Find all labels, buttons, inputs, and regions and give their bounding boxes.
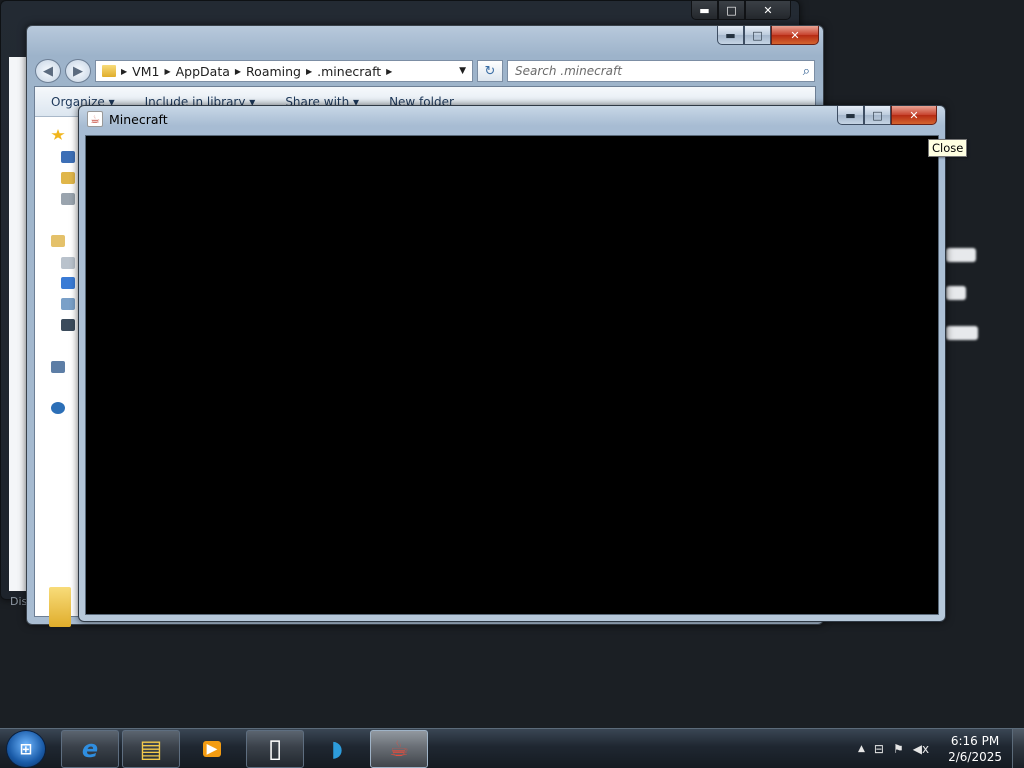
minecraft-window[interactable]: ☕ Minecraft ▬ □ ✕: [78, 105, 946, 622]
back-button[interactable]: ◀: [35, 59, 61, 83]
show-desktop-button[interactable]: [1012, 729, 1024, 768]
taskbar-java-minecraft[interactable]: ☕: [370, 730, 428, 768]
breadcrumb-separator-icon[interactable]: ▶: [235, 67, 241, 76]
folder-icon: ▤: [139, 735, 163, 763]
clock-time: 6:16 PM: [950, 734, 1000, 748]
desktop-icon[interactable]: [61, 151, 75, 163]
videos-icon[interactable]: [61, 319, 75, 331]
navigation-pane: [35, 117, 79, 627]
search-icon[interactable]: ⌕: [803, 64, 810, 79]
breadcrumb-minecraft[interactable]: .minecraft: [317, 64, 381, 79]
explorer-close-button[interactable]: ✕: [771, 26, 819, 45]
computer-icon[interactable]: [51, 361, 65, 373]
breadcrumb-roaming[interactable]: Roaming: [246, 64, 301, 79]
explorer-minimize-button[interactable]: ▬: [717, 26, 744, 45]
window-title: Minecraft: [109, 111, 168, 127]
music-icon[interactable]: [61, 277, 75, 289]
downloads-icon[interactable]: [61, 172, 75, 184]
search-box[interactable]: Search .minecraft ⌕: [507, 60, 815, 82]
dolphin-icon: ◗: [331, 736, 343, 762]
taskbar: ⊞ e ▤ ▶ ▯ ◗ ☕ ▲ ⊟ ⚑ ◀x 6:16 PM 2/6/2025: [0, 728, 1024, 768]
breadcrumb-separator-icon[interactable]: ▶: [121, 67, 127, 76]
network-icon[interactable]: ⊟: [874, 742, 884, 756]
minecraft-close-button[interactable]: ✕: [891, 106, 937, 125]
documents-icon[interactable]: [61, 257, 75, 269]
address-dropdown-icon[interactable]: ▼: [459, 66, 466, 76]
libraries-icon[interactable]: [51, 235, 65, 247]
volume-muted-icon[interactable]: ◀x: [913, 742, 929, 756]
taskbar-dolphin[interactable]: ◗: [308, 730, 366, 768]
recent-places-icon[interactable]: [61, 193, 75, 205]
explorer-maximize-button[interactable]: □: [744, 26, 771, 45]
taskbar-document[interactable]: ▯: [246, 730, 304, 768]
taskbar-media-player[interactable]: ▶: [183, 730, 241, 768]
breadcrumb-separator-icon[interactable]: ▶: [164, 67, 170, 76]
desktop-item-blur: [946, 248, 976, 262]
minecraft-title-bar: ☕ Minecraft: [87, 111, 168, 127]
pictures-icon[interactable]: [61, 298, 75, 310]
taskbar-internet-explorer[interactable]: e: [61, 730, 119, 768]
address-bar[interactable]: ▶ VM1 ▶ AppData ▶ Roaming ▶ .minecraft ▶…: [95, 60, 473, 82]
back-window-maximize-button[interactable]: □: [718, 1, 745, 20]
back-window-partial-text: Dis: [10, 595, 28, 608]
minecraft-minimize-button[interactable]: ▬: [837, 106, 864, 125]
breadcrumb-separator-icon[interactable]: ▶: [306, 67, 312, 76]
start-button[interactable]: ⊞: [6, 730, 46, 768]
refresh-button[interactable]: ↻: [477, 60, 503, 82]
explorer-navigation-bar: ◀ ▶ ▶ VM1 ▶ AppData ▶ Roaming ▶ .minecra…: [35, 58, 815, 84]
minecraft-game-canvas[interactable]: [85, 135, 939, 615]
internet-explorer-icon: e: [81, 735, 99, 763]
clock-date: 2/6/2025: [948, 750, 1002, 764]
favorites-star-icon[interactable]: [51, 129, 65, 140]
java-icon: ☕: [87, 111, 103, 127]
media-player-icon: ▶: [202, 741, 222, 757]
document-icon: ▯: [267, 734, 283, 764]
breadcrumb-vm1[interactable]: VM1: [132, 64, 159, 79]
clock[interactable]: 6:16 PM 2/6/2025: [948, 733, 1002, 765]
close-tooltip: Close: [928, 139, 968, 157]
back-window-minimize-button[interactable]: ▬: [691, 1, 718, 20]
desktop-item-blur: [946, 286, 966, 300]
minecraft-maximize-button[interactable]: □: [864, 106, 891, 125]
folder-icon[interactable]: [49, 587, 71, 627]
back-window-close-button[interactable]: ✕: [745, 1, 791, 20]
system-tray: ▲ ⊟ ⚑ ◀x 6:16 PM 2/6/2025: [858, 729, 1024, 768]
show-hidden-icons-arrow-icon[interactable]: ▲: [858, 744, 865, 754]
search-placeholder: Search .minecraft: [515, 64, 622, 78]
forward-button[interactable]: ▶: [65, 59, 91, 83]
taskbar-windows-explorer[interactable]: ▤: [122, 730, 180, 768]
action-center-flag-icon[interactable]: ⚑: [893, 742, 904, 756]
java-icon: ☕: [389, 736, 409, 762]
breadcrumb-appdata[interactable]: AppData: [176, 64, 230, 79]
folder-icon: [102, 65, 116, 77]
network-icon[interactable]: [51, 402, 65, 414]
desktop-item-blur: [946, 326, 978, 340]
breadcrumb-separator-icon[interactable]: ▶: [386, 67, 392, 76]
